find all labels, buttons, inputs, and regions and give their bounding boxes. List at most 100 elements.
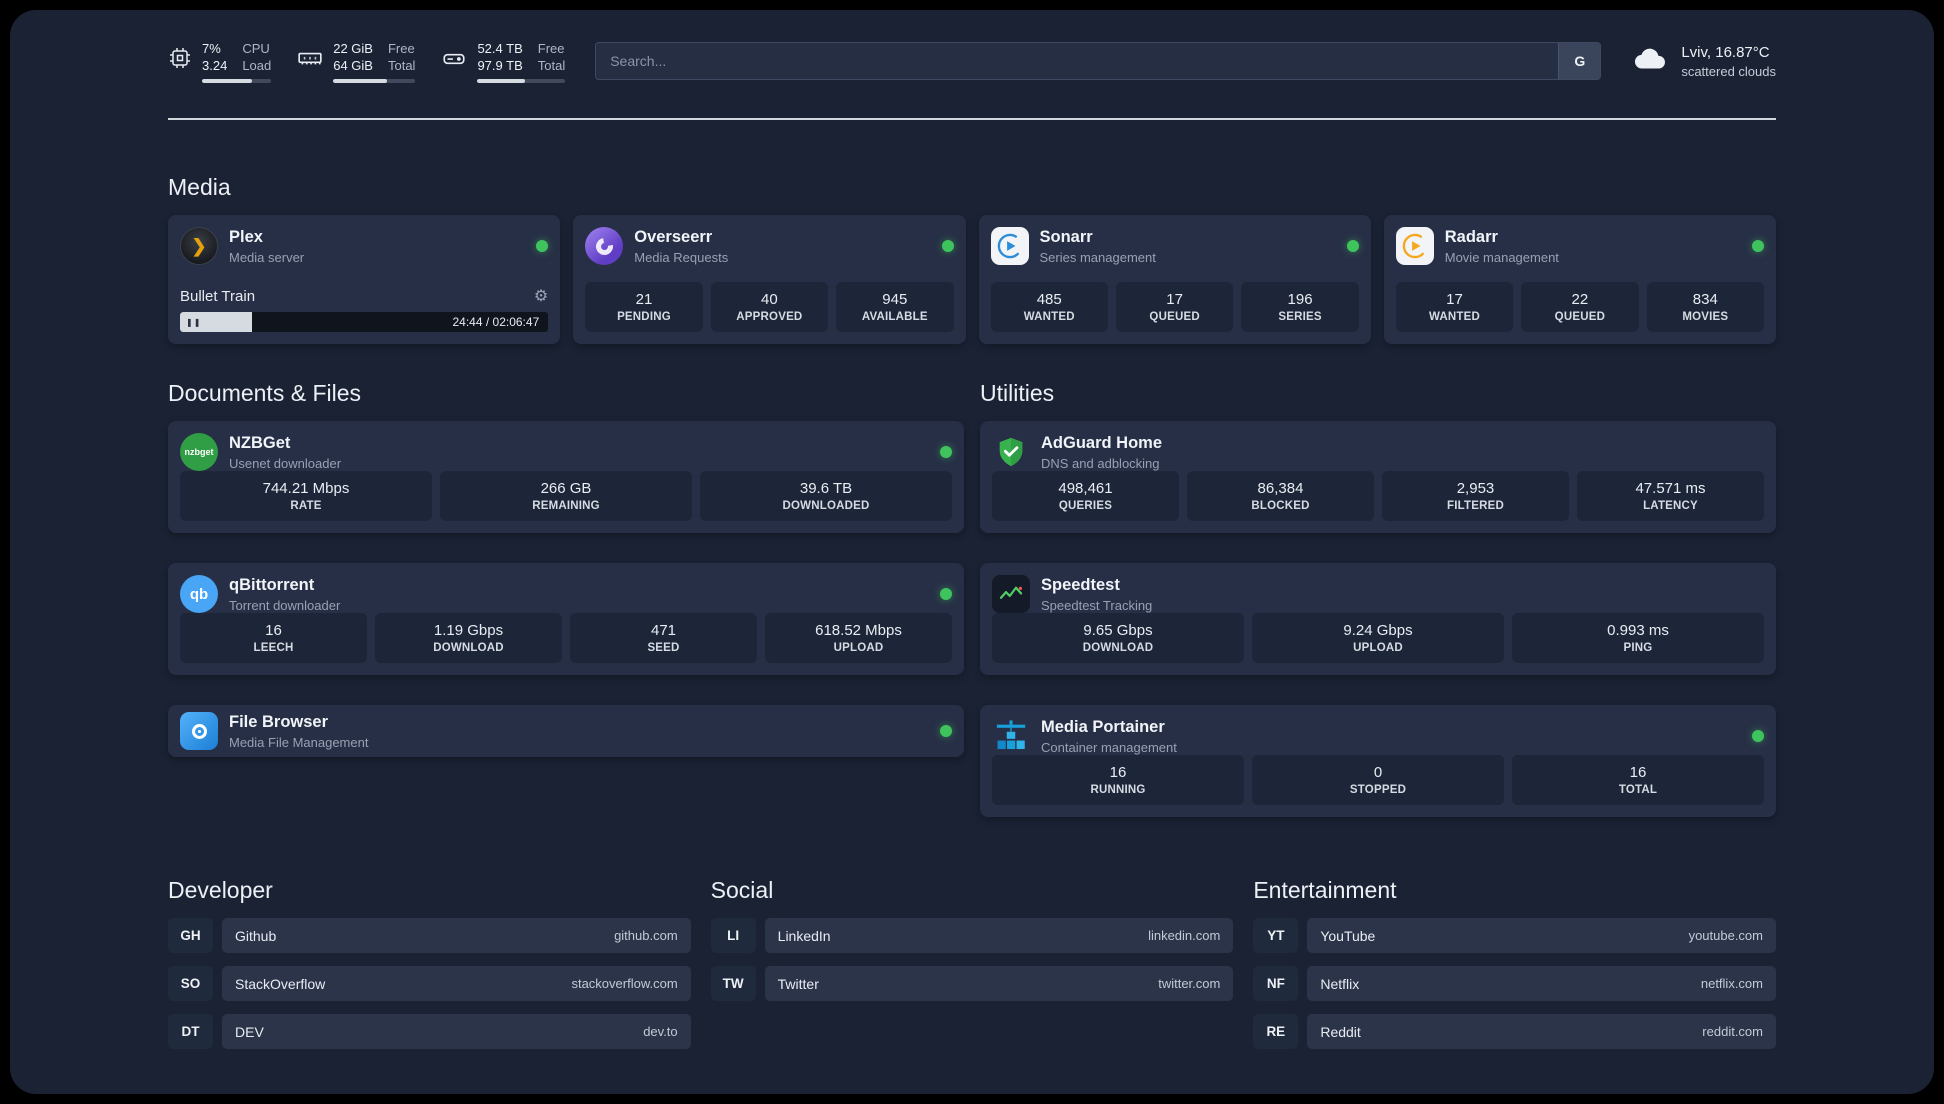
nzbget-card[interactable]: nzbget NZBGet Usenet downloader 744.21 M… [168, 421, 964, 533]
stat-blocked: 86,384 BLOCKED [1187, 471, 1374, 521]
filebrowser-icon [180, 712, 218, 750]
overseerr-icon [585, 227, 624, 265]
now-playing-title: Bullet Train [180, 288, 256, 305]
link-netflix[interactable]: NF Netflix netflix.com [1253, 966, 1776, 1001]
utilities-section-title: Utilities [980, 380, 1055, 406]
app-title: qBittorrent [229, 575, 315, 594]
stat-stopped: 0 STOPPED [1252, 755, 1504, 805]
app-subtitle: Torrent downloader [229, 597, 341, 613]
stat-total: 16 TOTAL [1512, 755, 1764, 805]
playback-time: 24:44 / 02:06:47 [452, 315, 540, 329]
cpu-label: CPU [242, 40, 270, 56]
app-subtitle: Media server [229, 249, 305, 265]
radarr-card[interactable]: Radarr Movie management 17 WANTED 22 QUE… [1383, 215, 1776, 344]
topbar-divider [168, 118, 1776, 120]
stat-pending: 21 PENDING [585, 282, 703, 332]
cpu-progress-bar [202, 78, 272, 83]
pause-icon[interactable]: ❚❚ [186, 318, 201, 327]
app-subtitle: Media File Management [229, 734, 369, 750]
status-dot [1346, 240, 1359, 252]
link-twitter[interactable]: TW Twitter twitter.com [710, 966, 1234, 1001]
topbar: 7% 3.24 CPU Load 22 GiB 64 GiB Free Tota… [168, 38, 1776, 84]
ram-free-value: 22 GiB [333, 40, 373, 56]
developer-links-section: Developer GH Github github.com SO StackO… [168, 877, 691, 1049]
status-dot [941, 240, 954, 252]
status-dot [1752, 240, 1764, 252]
app-title: Speedtest [1041, 575, 1120, 594]
link-abbr: DT [168, 1014, 213, 1049]
app-subtitle: Movie management [1444, 249, 1559, 265]
link-url: youtube.com [1688, 928, 1763, 943]
app-subtitle: Speedtest Tracking [1041, 597, 1153, 613]
disk-progress-bar [477, 78, 566, 83]
stat-movies: 834 MOVIES [1646, 282, 1765, 332]
app-title: Radarr [1444, 227, 1498, 246]
app-subtitle: Container management [1041, 739, 1177, 755]
stat-downloaded: 39.6 TB DOWNLOADED [700, 471, 952, 521]
link-dev-to[interactable]: DT DEV dev.to [168, 1014, 691, 1049]
stat-series: 196 SERIES [1241, 282, 1359, 332]
link-abbr: NF [1253, 966, 1299, 1001]
portainer-card[interactable]: Media Portainer Container management 16 … [980, 705, 1776, 817]
media-section-title: Media [168, 174, 231, 200]
link-reddit[interactable]: RE Reddit reddit.com [1253, 1014, 1776, 1049]
ram-total-value: 64 GiB [333, 57, 373, 73]
dashboard: 7% 3.24 CPU Load 22 GiB 64 GiB Free Tota… [10, 10, 1934, 1094]
link-github[interactable]: GH Github github.com [168, 918, 691, 953]
link-abbr: SO [168, 966, 213, 1001]
link-stackoverflow[interactable]: SO StackOverflow stackoverflow.com [168, 966, 691, 1001]
app-subtitle: DNS and adblocking [1041, 455, 1160, 471]
filebrowser-card[interactable]: File Browser Media File Management [168, 705, 964, 757]
sonarr-card[interactable]: Sonarr Series management 485 WANTED 17 Q… [978, 215, 1371, 344]
qbittorrent-card[interactable]: qb qBittorrent Torrent downloader 16 LEE… [168, 563, 964, 675]
link-url: twitter.com [1158, 976, 1221, 991]
search-engine-button[interactable]: G [1558, 43, 1601, 79]
radarr-icon [1395, 227, 1434, 265]
stat-leech: 16 LEECH [180, 613, 367, 663]
overseerr-card[interactable]: Overseerr Media Requests 21 PENDING 40 A… [573, 215, 966, 344]
app-title: Overseerr [634, 227, 713, 246]
documents-section-title: Documents & Files [168, 380, 362, 406]
status-dot [940, 446, 952, 458]
nzbget-icon: nzbget [180, 433, 218, 471]
status-dot [940, 588, 952, 600]
media-section: Media ❯ Plex Media server Bullet Train ⚙… [168, 174, 1776, 344]
link-name: DEV [235, 1023, 264, 1040]
disk-total-label: Total [537, 57, 566, 73]
stat-upload: 9.24 Gbps UPLOAD [1252, 613, 1504, 663]
link-name: YouTube [1320, 927, 1376, 944]
ram-total-label: Total [387, 57, 416, 73]
stat-queued: 17 QUEUED [1115, 282, 1234, 332]
link-linkedin[interactable]: LI LinkedIn linkedin.com [710, 918, 1234, 953]
speedtest-card[interactable]: Speedtest Speedtest Tracking 9.65 Gbps D… [980, 563, 1776, 675]
playback-progress-fill: ❚❚ [180, 312, 252, 332]
qbittorrent-icon: qb [180, 575, 218, 613]
cpu-load-value: 3.24 [202, 57, 228, 73]
link-name: Reddit [1320, 1023, 1361, 1040]
plex-card[interactable]: ❯ Plex Media server Bullet Train ⚙ ❚❚ 24… [168, 215, 561, 344]
link-url: netflix.com [1700, 976, 1763, 991]
link-url: dev.to [643, 1024, 678, 1039]
link-name: LinkedIn [777, 927, 831, 944]
disk-free-label: Free [537, 40, 565, 56]
adguard-card[interactable]: AdGuard Home DNS and adblocking 498,461 … [980, 421, 1776, 533]
settings-gear-icon[interactable]: ⚙ [534, 288, 548, 305]
link-youtube[interactable]: YT YouTube youtube.com [1253, 918, 1776, 953]
developer-section-title: Developer [168, 877, 273, 903]
app-title: Plex [229, 227, 263, 246]
link-abbr: RE [1253, 1014, 1299, 1049]
link-abbr: YT [1253, 918, 1299, 953]
disk-total-value: 97.9 TB [477, 57, 523, 73]
link-url: linkedin.com [1148, 928, 1221, 943]
entertainment-links-section: Entertainment YT YouTube youtube.com NF … [1253, 877, 1776, 1049]
stat-upload: 618.52 Mbps UPLOAD [765, 613, 952, 663]
playback-progress-bar[interactable]: ❚❚ 24:44 / 02:06:47 [180, 312, 549, 332]
app-title: Sonarr [1039, 227, 1093, 246]
documents-section: Documents & Files nzbget NZBGet Usenet d… [168, 380, 964, 757]
search-input[interactable] [596, 43, 1559, 79]
sonarr-icon [990, 227, 1029, 265]
stat-ping: 0.993 ms PING [1512, 613, 1764, 663]
ram-widget: 22 GiB 64 GiB Free Total [297, 40, 416, 83]
entertainment-section-title: Entertainment [1253, 877, 1397, 903]
status-dot [940, 725, 952, 737]
